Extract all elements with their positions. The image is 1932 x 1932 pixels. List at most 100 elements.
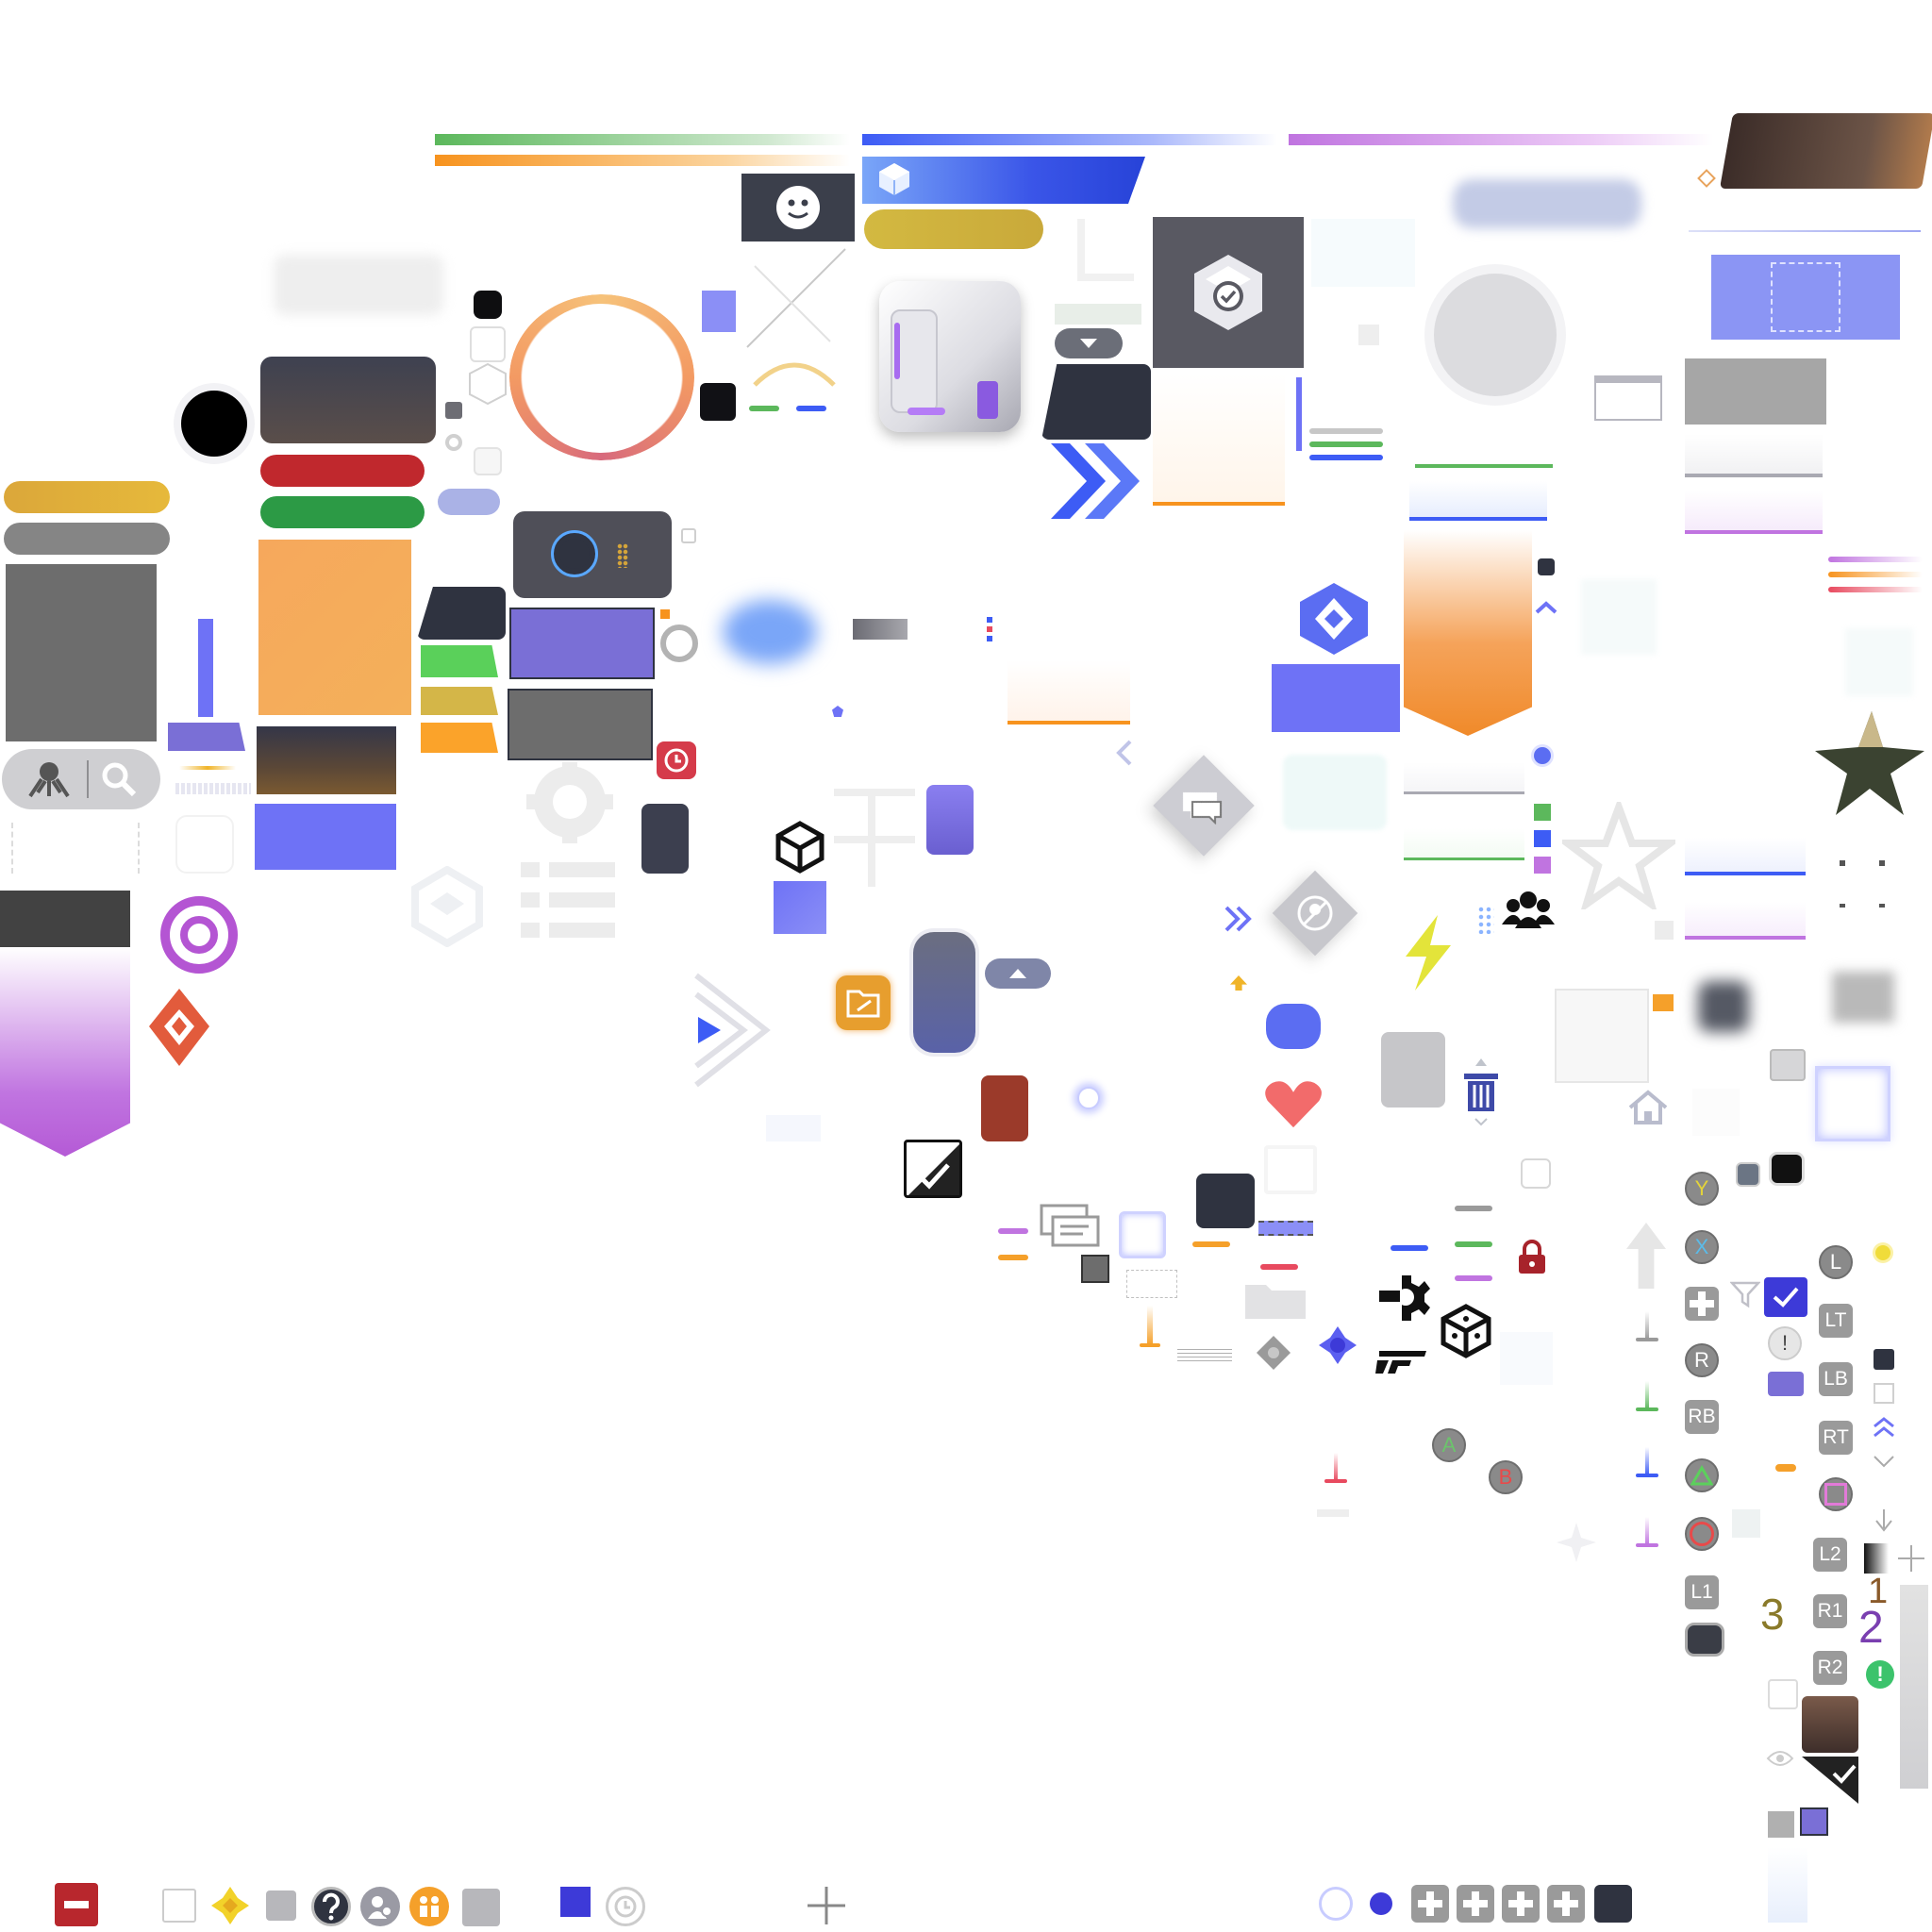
no-person-diamond[interactable]: [1272, 870, 1358, 957]
outline-square-soft[interactable]: [1521, 1158, 1551, 1189]
down-arrow-icon[interactable]: [1872, 1507, 1896, 1536]
tiny-gray-square-2: [1655, 921, 1674, 940]
blue-pill-button[interactable]: [1266, 1004, 1321, 1049]
faint-teal-square-right: [1845, 628, 1913, 696]
toolbar-pill[interactable]: [2, 749, 160, 809]
chevron-up-button[interactable]: [985, 958, 1051, 989]
dpad-button-1[interactable]: [1411, 1885, 1449, 1923]
search-circle-icon[interactable]: [660, 625, 698, 662]
clock-badge[interactable]: [657, 741, 696, 779]
dark-slate-tile[interactable]: [1196, 1174, 1255, 1228]
r-button[interactable]: R: [1685, 1343, 1719, 1377]
dpad-button-4[interactable]: [1547, 1885, 1585, 1923]
clock-outline-button[interactable]: [606, 1887, 645, 1926]
a-button[interactable]: A: [1432, 1428, 1466, 1462]
triangle-button[interactable]: [1685, 1458, 1719, 1492]
rust-tile[interactable]: [981, 1075, 1028, 1141]
filter-icon[interactable]: [1730, 1279, 1760, 1309]
home-icon[interactable]: [1626, 1089, 1670, 1126]
l1-button[interactable]: L1: [1685, 1575, 1719, 1609]
black-circle[interactable]: [181, 391, 247, 457]
r1-button[interactable]: R1: [1813, 1594, 1847, 1628]
green-pill[interactable]: [260, 496, 425, 528]
lb-button[interactable]: LB: [1819, 1362, 1853, 1396]
bracket-panel[interactable]: [1711, 255, 1900, 340]
focus-glow-square[interactable]: [1815, 1066, 1890, 1141]
gold-gem-icon[interactable]: [209, 1885, 251, 1926]
x-button[interactable]: X: [1685, 1230, 1719, 1264]
blue-radio-dot[interactable]: [1534, 747, 1551, 764]
dropdown-chevron-button[interactable]: [1055, 328, 1123, 358]
l-button[interactable]: L: [1819, 1245, 1853, 1279]
shield-check-tile[interactable]: [1153, 217, 1304, 368]
users-icon[interactable]: [1502, 889, 1555, 930]
plus-icon[interactable]: [806, 1885, 847, 1926]
dark-rounded-square-bottom[interactable]: [1594, 1885, 1632, 1923]
outline-square-white[interactable]: [1768, 1679, 1798, 1709]
lock-icon[interactable]: [1517, 1238, 1547, 1275]
chevron-double-up-icon[interactable]: [1872, 1415, 1896, 1440]
y-button[interactable]: Y: [1685, 1172, 1719, 1206]
green-tab: [421, 645, 498, 677]
checkmark-tile[interactable]: [904, 1140, 962, 1198]
gray-rounded-plate[interactable]: [1381, 1032, 1445, 1108]
eye-icon[interactable]: [1766, 1747, 1794, 1770]
dpad-button-3[interactable]: [1502, 1885, 1540, 1923]
chat-outline-icon[interactable]: [1040, 1204, 1102, 1251]
periwinkle-square: [774, 881, 826, 934]
rt-button[interactable]: RT: [1819, 1421, 1853, 1455]
ring-button-icon[interactable]: [551, 530, 598, 577]
outline-mini-square[interactable]: [1874, 1383, 1894, 1404]
folder-icon[interactable]: [1243, 1283, 1307, 1321]
family-button[interactable]: [409, 1887, 449, 1926]
folder-edit-tile[interactable]: [836, 975, 891, 1030]
minus-button[interactable]: [55, 1883, 98, 1926]
check-corner-badge[interactable]: [1802, 1757, 1858, 1804]
square-button[interactable]: [1819, 1477, 1853, 1511]
media-tile[interactable]: [513, 511, 672, 598]
number-two: 2: [1858, 1603, 1884, 1653]
chevron-up-icon[interactable]: [1534, 600, 1558, 615]
heart-icon[interactable]: [1260, 1075, 1326, 1134]
red-pill[interactable]: [260, 455, 425, 487]
target-icon[interactable]: [160, 896, 238, 974]
periwinkle-pill[interactable]: [438, 489, 500, 515]
dark-stick-button[interactable]: [1685, 1623, 1724, 1657]
exclamation-label: !: [1781, 1331, 1789, 1355]
help-button[interactable]: [311, 1887, 351, 1926]
chevron-left-icon[interactable]: [1113, 738, 1134, 768]
plus-icon-thin[interactable]: [1896, 1543, 1926, 1574]
chevron-down-outline-icon[interactable]: [1872, 1453, 1896, 1472]
lt-button[interactable]: LT: [1819, 1304, 1853, 1338]
empty-checkbox[interactable]: [162, 1889, 196, 1923]
diamond-hex-icon[interactable]: [1294, 579, 1374, 658]
smiley-tile[interactable]: [741, 174, 855, 242]
circle-button[interactable]: [1685, 1517, 1719, 1551]
glow-square-small[interactable]: [1119, 1211, 1166, 1258]
exclamation-button[interactable]: !: [1768, 1326, 1802, 1360]
l2-button[interactable]: L2: [1813, 1538, 1847, 1572]
dpad-icon[interactable]: [1685, 1287, 1719, 1321]
dpad-button-2[interactable]: [1457, 1885, 1494, 1923]
play-chevron-icon[interactable]: [692, 972, 777, 1089]
blurred-gray-pill: [274, 255, 443, 315]
b-button[interactable]: B: [1489, 1460, 1523, 1494]
gear-icon: [526, 762, 613, 843]
chevron-double-right-small[interactable]: [1224, 906, 1255, 932]
blue-underline-glow: [1685, 838, 1806, 875]
checkbox-checked[interactable]: [1764, 1277, 1807, 1317]
dpad-diamond-icon[interactable]: [1255, 1334, 1292, 1372]
violet-rounded-tile[interactable]: [926, 785, 974, 855]
radio-unselected[interactable]: [1319, 1887, 1353, 1921]
mini-window[interactable]: [1594, 375, 1662, 421]
search-icon[interactable]: [100, 760, 138, 798]
chat-diamond[interactable]: [1153, 755, 1255, 857]
r2-button[interactable]: R2: [1813, 1651, 1847, 1685]
person-button[interactable]: [360, 1887, 400, 1926]
rb-button[interactable]: RB: [1685, 1400, 1719, 1434]
trash-icon[interactable]: [1457, 1057, 1506, 1126]
octopus-icon[interactable]: [25, 758, 75, 800]
blue-star-gem[interactable]: [1317, 1324, 1358, 1366]
slate-vertical-pill[interactable]: [913, 932, 975, 1053]
radio-selected-dot[interactable]: [1370, 1892, 1392, 1915]
